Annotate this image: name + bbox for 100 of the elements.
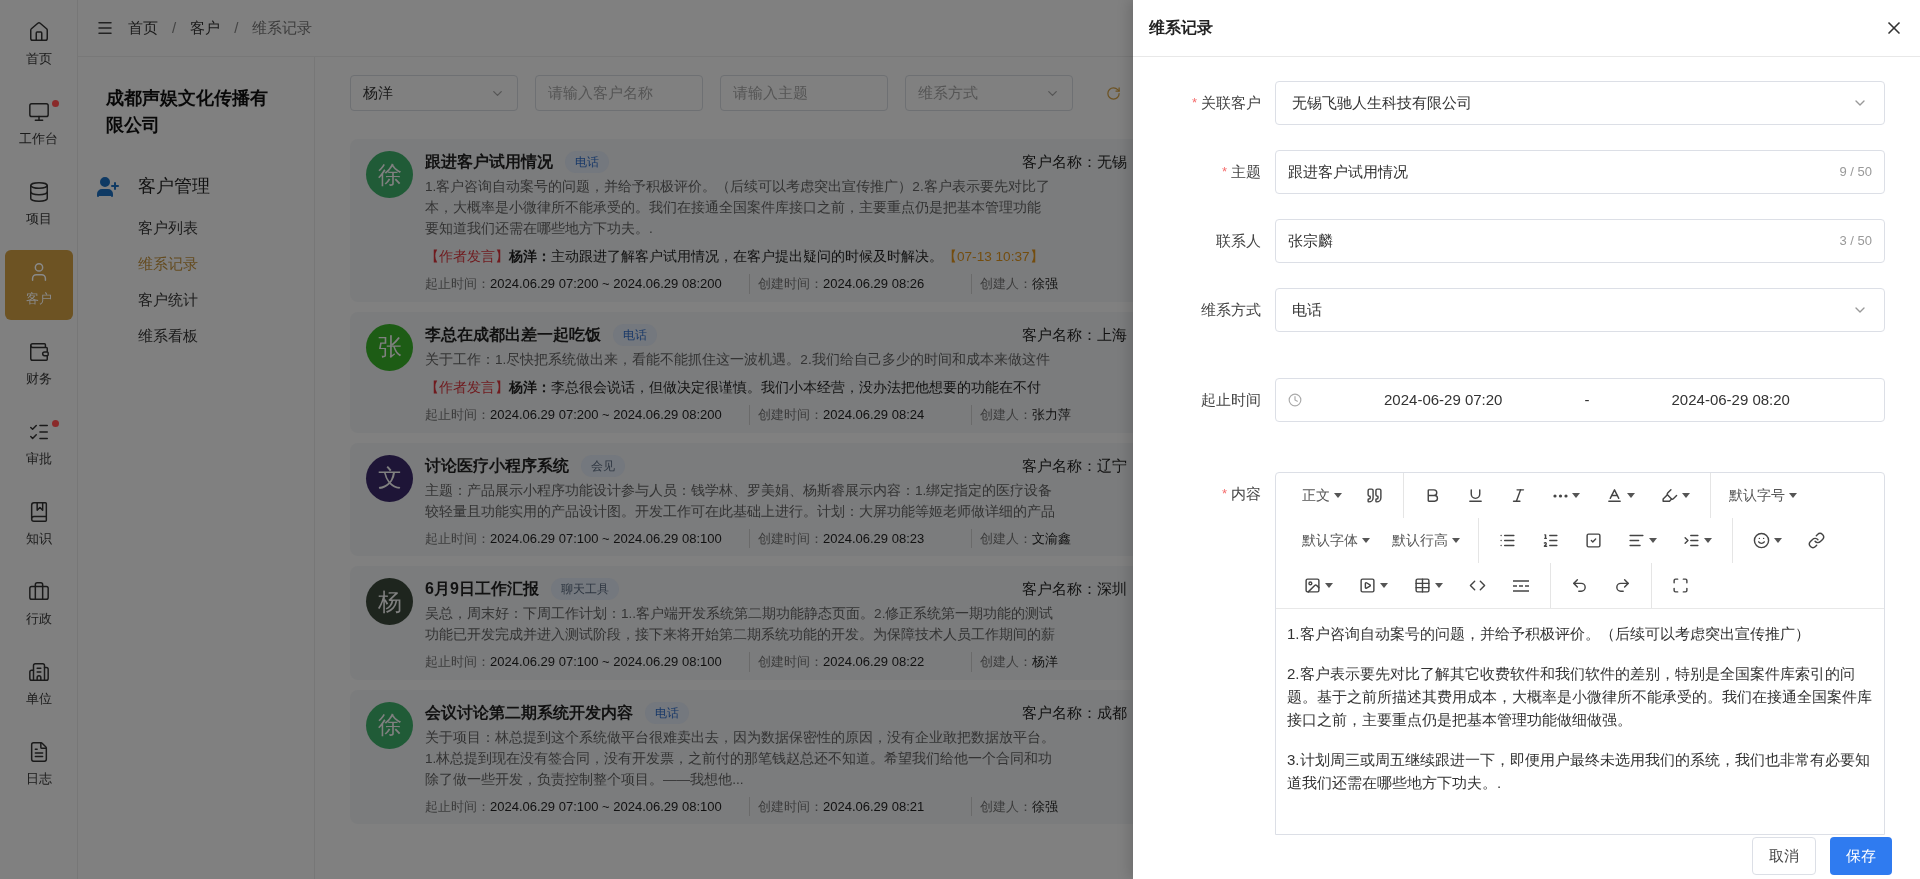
record-card[interactable]: 张 李总在成都出差一起吃饭 电话 客户名称：上海 关于工作：1.尽快把系统做出来，看能不能抓住这一波机遇。2.我们给自己多少的时间和成本来做这件 【作者发言】杨洋：李总很会说话，但做决定很谨慎。我们小本经营，没办法把他想要的功能在不付 起止时间：2024.06.29 07:200 ~ 2024.06.29 08:200 创建时间：2024.06.29 08:24 创建人：张力萍 — [350, 311, 1133, 433]
nav-item[interactable]: 首页 — [4, 10, 73, 80]
italic-icon — [1510, 487, 1527, 504]
record-card[interactable]: 杨 6月9日工作汇报 聊天工具 客户名称：深圳 吴总，周末好：下周工作计划：1..客户端开发系统第二期功能静态页面。2.修正系统第一期功能的测试 功能已开发完成并进入测试阶段，接下来将开始第二期系统功能的开发。为保障技术人员工作期间的薪 起止时间：2024.06.29 07:100 ~ 2024.06.29 08:100 创建时间：2024.06.29 08:22 创建人：杨洋 — [350, 566, 1133, 680]
meta-label: 起止时间： — [425, 797, 490, 816]
editor-paragraph: 2.客户表示要先对比了解其它收费软件和我们软件的差别，特别是全国案件库索引的问题。基于之前所描述其费用成本，大概率是小微律所不能承受的。我们在接通全国案件库接口之前，主要重点仍是把基本管理功能做细做强。 — [1287, 664, 1873, 730]
caret-icon — [1325, 583, 1333, 588]
record-title: 跟进客户试用情况 — [425, 152, 553, 172]
record-tag: 会见 — [581, 454, 625, 477]
numbered-list-icon — [1542, 532, 1559, 549]
meta-value: 2024.06.29 08:26 — [823, 275, 925, 294]
emoji-icon — [1753, 532, 1770, 549]
company-name: 成都声娱文化传播有限公司 — [105, 87, 269, 137]
home-icon — [27, 21, 50, 44]
record-text: 关于工作：1.尽快把系统做出来，看能不能抓住这一波机遇。2.我们给自己多少的时间和成本来做这件 — [425, 350, 1050, 369]
nav-item[interactable]: 单位 — [4, 650, 73, 720]
caret-icon — [1627, 493, 1635, 498]
record-title: 讨论医疗小程序系统 — [425, 455, 569, 476]
meta-label: 创建时间： — [758, 653, 823, 672]
select-field[interactable]: 电话 — [1275, 288, 1885, 332]
clock-icon — [1288, 393, 1302, 407]
nav-item[interactable]: 日志 — [4, 730, 73, 800]
nav-item[interactable]: 项目 — [4, 170, 73, 240]
monitor-icon — [27, 101, 50, 124]
editor-paragraph: 1.客户咨询自动案号的问题，并给予积极评价。（后续可以考虑突出宣传推广） — [1287, 624, 1811, 644]
toolbar-dropdown[interactable]: 默认字体 — [1294, 525, 1378, 556]
meta-value: 张力萍 — [1032, 406, 1071, 425]
meta-value: 2024.06.29 07:100 ~ 2024.06.29 08:100 — [490, 529, 722, 548]
record-tag: 电话 — [613, 323, 657, 346]
sidebar-item[interactable]: 客户列表 — [78, 210, 314, 246]
breadcrumb-item[interactable]: 首页 — [128, 16, 158, 40]
more-icon — [1553, 493, 1568, 498]
font-color-icon — [1606, 487, 1623, 504]
record-card[interactable] — [350, 139, 1133, 302]
avatar: 杨 — [366, 578, 413, 626]
record-text: 除了做一些开发，负责控制整个项目。——我想他... — [425, 770, 744, 789]
meta-label: 起止时间： — [425, 275, 490, 294]
caret-icon — [1362, 538, 1370, 543]
link-icon — [1808, 532, 1825, 549]
meta-value: 2024.06.29 07:200 ~ 2024.06.29 08:200 — [490, 406, 722, 425]
sidebar-item[interactable]: 维系看板 — [78, 318, 314, 354]
meta-label: 创建时间： — [758, 529, 823, 548]
nav-item[interactable]: 工作台 — [4, 90, 73, 160]
select-field[interactable]: 无锡飞驰人生科技有限公司 — [1275, 81, 1885, 125]
required-mark: * — [1221, 485, 1227, 504]
record-text: 主题：产品展示小程序功能设计参与人员：钱学林、罗美娟、杨斯睿展示内容：1.绑定指定的医疗设备 — [425, 481, 1053, 500]
breadcrumb-separator: / — [172, 17, 177, 38]
customer-name: 客户名称：辽宁 — [1022, 455, 1127, 476]
customer-name: 客户名称：无锡 — [1022, 151, 1127, 172]
nav-item[interactable]: 财务 — [4, 330, 73, 400]
meta-value: 杨洋 — [1032, 653, 1058, 672]
editor-paragraph: 3.计划周三或周五继续跟进一下，即便用户最终未选用我们的系统，我们也非常有必要知道我们还需在哪些地方下功夫。. — [1287, 750, 1871, 793]
nav-item[interactable]: 知识 — [4, 490, 73, 560]
breadcrumb-item[interactable]: 客户 — [190, 16, 221, 40]
avatar: 文 — [366, 454, 413, 502]
toolbar-dropdown[interactable]: 默认行高 — [1384, 525, 1468, 556]
record-text: 吴总，周末好：下周工作计划：1..客户端开发系统第二期功能静态页面。2.修正系统第一期功能的测试 — [425, 605, 1054, 624]
nav-item[interactable]: 行政 — [4, 570, 73, 640]
record-card[interactable] — [350, 689, 1133, 825]
divider-icon — [1512, 579, 1530, 592]
meta-label: 创建人： — [980, 797, 1032, 816]
menu-icon[interactable] — [96, 19, 114, 37]
date-range-field[interactable]: 2024-06-29 07:20 - 2024-06-29 08:20 — [1275, 378, 1885, 422]
cancel-button[interactable]: 取消 — [1752, 837, 1816, 875]
input-field[interactable]: 跟进客户试用情况 9 / 50 — [1275, 150, 1885, 194]
customer-name: 客户名称：成都 — [1022, 702, 1127, 723]
record-card[interactable]: 文 讨论医疗小程序系统 会见 客户名称：辽宁 主题：产品展示小程序功能设计参与人员：钱学林、罗美娟、杨斯睿展示内容：1.绑定指定的医疗设备 较轻量且功能实用的产品设计图。开发工作可在此基础上进行。计划：大屏功能等姬老师做详细的产品 起止时间：2024.06.29 07:100 ~ 2024.06.29 08:100 创建时间：2024.06.29 08:23 创建人：文渝鑫 — [350, 442, 1133, 557]
record-title: 会议讨论第二期系统开发内容 — [425, 702, 633, 723]
meta-value: 徐强 — [1032, 275, 1058, 294]
meta-label: 起止时间： — [425, 653, 490, 672]
table-icon — [1414, 577, 1431, 594]
toolbar-dropdown[interactable]: 正文 — [1294, 480, 1350, 511]
breadcrumb-item: 维系记录 — [252, 17, 313, 38]
field-label: 主题 — [1231, 161, 1261, 182]
comment-author: 杨洋： — [509, 378, 551, 397]
end-date: 2024-06-29 08:20 — [1671, 389, 1790, 410]
meta-label: 创建时间： — [758, 797, 823, 816]
avatar: 徐 — [366, 701, 413, 749]
required-mark: * — [1191, 94, 1197, 113]
redo-icon — [1614, 577, 1631, 594]
record-tag: 聊天工具 — [550, 578, 619, 601]
save-button[interactable]: 保存 — [1830, 837, 1892, 875]
meta-value: 2024.06.29 08:22 — [823, 653, 925, 672]
quote-icon — [1366, 487, 1383, 504]
user-add-icon — [96, 174, 120, 199]
caret-icon — [1682, 493, 1690, 498]
comment-text: 李总很会说话，但做决定很谨慎。我们小本经营，没办法把他想要的功能在不付 — [551, 378, 1041, 397]
field-label: 联系人 — [1216, 230, 1261, 251]
caret-icon — [1452, 538, 1460, 543]
input-field[interactable]: 张宗麟 3 / 50 — [1275, 219, 1885, 263]
toolbar-dropdown[interactable]: 默认字号 — [1721, 480, 1805, 511]
meta-label: 创建人： — [980, 275, 1032, 294]
sidebar-item[interactable]: 客户统计 — [78, 282, 314, 318]
record-text: 本，大概率是小微律所不能承受的。我们在接通全国案件库接口之前，主要重点仍是把基本管理功能 — [425, 199, 1041, 217]
highlight-icon — [1661, 487, 1678, 504]
comment-tag: 【作者发言】 — [425, 377, 509, 399]
section-title: 客户管理 — [138, 175, 210, 198]
nav-item[interactable]: 审批 — [4, 410, 73, 480]
record-text: 关于项目：林总提到这个系统做平台很难卖出去，因为数据保密性的原因，没有企业敢把数据放平台。 — [425, 728, 1055, 747]
filter-select[interactable]: 杨洋 — [350, 75, 518, 111]
